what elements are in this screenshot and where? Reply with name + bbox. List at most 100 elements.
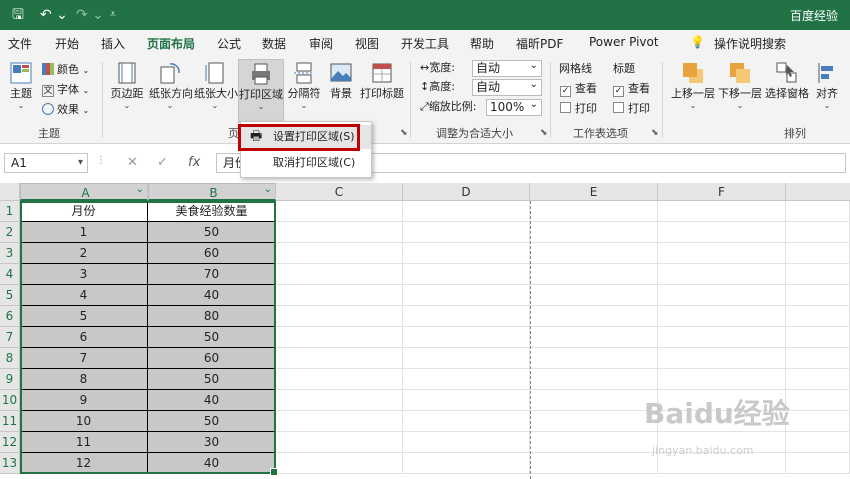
- themes-button[interactable]: 主题 ⌄: [5, 61, 37, 111]
- height-select[interactable]: 自动: [472, 77, 542, 96]
- empty-cell[interactable]: [276, 390, 403, 411]
- table-cell[interactable]: 3: [20, 264, 148, 285]
- empty-cell[interactable]: [530, 411, 658, 432]
- select-all-corner[interactable]: [0, 183, 20, 201]
- table-cell[interactable]: 50: [148, 411, 276, 432]
- tab-review[interactable]: 审阅: [309, 35, 333, 52]
- table-cell[interactable]: 40: [148, 453, 276, 474]
- save-icon[interactable]: 🖫: [12, 5, 24, 25]
- tab-foxit-pdf[interactable]: 福昕PDF: [516, 35, 563, 52]
- dialog-launcher-icon[interactable]: ⬊: [651, 128, 659, 138]
- table-header-cell[interactable]: 美食经验数量: [148, 201, 276, 222]
- tab-view[interactable]: 视图: [355, 35, 379, 52]
- empty-cell[interactable]: [786, 348, 850, 369]
- table-cell[interactable]: 70: [148, 264, 276, 285]
- width-select[interactable]: 自动: [472, 58, 542, 77]
- empty-cell[interactable]: [786, 369, 850, 390]
- tab-developer[interactable]: 开发工具: [401, 35, 449, 52]
- empty-cell[interactable]: [658, 327, 786, 348]
- tab-file[interactable]: 文件: [8, 35, 32, 52]
- row-header[interactable]: 11: [0, 411, 20, 432]
- table-cell[interactable]: 5: [20, 306, 148, 327]
- empty-cell[interactable]: [403, 369, 530, 390]
- empty-cell[interactable]: [276, 327, 403, 348]
- tab-home[interactable]: 开始: [55, 35, 79, 52]
- table-cell[interactable]: 40: [148, 285, 276, 306]
- table-cell[interactable]: 50: [148, 327, 276, 348]
- empty-cell[interactable]: [786, 264, 850, 285]
- table-cell[interactable]: 60: [148, 348, 276, 369]
- empty-cell[interactable]: [786, 243, 850, 264]
- print-area-button[interactable]: 打印区域 ⌄: [238, 59, 284, 123]
- scale-input[interactable]: 100%: [486, 97, 542, 116]
- row-header[interactable]: 9: [0, 369, 20, 390]
- table-cell[interactable]: 50: [148, 369, 276, 390]
- table-cell[interactable]: 12: [20, 453, 148, 474]
- empty-cell[interactable]: [530, 201, 658, 222]
- row-header[interactable]: 4: [0, 264, 20, 285]
- table-cell[interactable]: 4: [20, 285, 148, 306]
- empty-cell[interactable]: [403, 222, 530, 243]
- empty-cell[interactable]: [276, 411, 403, 432]
- empty-cell[interactable]: [403, 327, 530, 348]
- insert-function-icon[interactable]: fx: [188, 155, 200, 170]
- send-backward-button[interactable]: 下移一层 ⌄: [717, 61, 763, 111]
- empty-cell[interactable]: [276, 285, 403, 306]
- empty-cell[interactable]: [658, 264, 786, 285]
- column-header-e[interactable]: E: [530, 183, 658, 201]
- background-button[interactable]: 背景: [326, 61, 356, 101]
- table-cell[interactable]: 1: [20, 222, 148, 243]
- headings-view-checkbox[interactable]: ✓ 查看: [613, 81, 650, 97]
- empty-cell[interactable]: [276, 348, 403, 369]
- gridlines-print-checkbox[interactable]: 打印: [560, 101, 597, 117]
- empty-cell[interactable]: [276, 306, 403, 327]
- column-header-b[interactable]: B: [148, 181, 276, 201]
- undo-icon[interactable]: ↶ ⌄: [40, 5, 68, 25]
- empty-cell[interactable]: [403, 432, 530, 453]
- empty-cell[interactable]: [786, 411, 850, 432]
- name-box[interactable]: A1: [4, 153, 88, 173]
- empty-cell[interactable]: [276, 369, 403, 390]
- empty-cell[interactable]: [530, 222, 658, 243]
- empty-cell[interactable]: [403, 411, 530, 432]
- empty-cell[interactable]: [786, 432, 850, 453]
- effects-button[interactable]: 效果 ⌄: [42, 102, 89, 119]
- table-cell[interactable]: 6: [20, 327, 148, 348]
- column-header-c[interactable]: C: [276, 183, 403, 201]
- row-header[interactable]: 5: [0, 285, 20, 306]
- empty-cell[interactable]: [276, 264, 403, 285]
- row-header[interactable]: 10: [0, 390, 20, 411]
- cancel-icon[interactable]: ✕: [127, 155, 138, 170]
- empty-cell[interactable]: [530, 432, 658, 453]
- drag-handle-icon[interactable]: ⋮: [96, 155, 106, 166]
- tab-page-layout[interactable]: 页面布局: [147, 35, 196, 58]
- table-cell[interactable]: 80: [148, 306, 276, 327]
- column-header-d[interactable]: D: [403, 183, 530, 201]
- headings-print-checkbox[interactable]: 打印: [613, 101, 650, 117]
- worksheet-grid[interactable]: A B C D E F 1月份美食经验数量2150326043705440658…: [0, 181, 850, 479]
- row-header[interactable]: 12: [0, 432, 20, 453]
- customize-qat-icon[interactable]: ⩡: [110, 5, 116, 25]
- margins-button[interactable]: 页边距 ⌄: [108, 61, 146, 111]
- orientation-button[interactable]: 纸张方向 ⌄: [149, 61, 193, 111]
- selection-pane-button[interactable]: 选择窗格: [764, 61, 810, 101]
- gridlines-view-checkbox[interactable]: ✓ 查看: [560, 81, 597, 97]
- empty-cell[interactable]: [658, 369, 786, 390]
- empty-cell[interactable]: [403, 348, 530, 369]
- redo-icon[interactable]: ↷ ⌄: [76, 5, 104, 25]
- table-header-cell[interactable]: 月份: [20, 201, 148, 222]
- empty-cell[interactable]: [403, 453, 530, 474]
- empty-cell[interactable]: [403, 285, 530, 306]
- empty-cell[interactable]: [530, 243, 658, 264]
- table-cell[interactable]: 60: [148, 243, 276, 264]
- empty-cell[interactable]: [276, 222, 403, 243]
- table-cell[interactable]: 30: [148, 432, 276, 453]
- empty-cell[interactable]: [530, 348, 658, 369]
- row-header[interactable]: 8: [0, 348, 20, 369]
- table-cell[interactable]: 8: [20, 369, 148, 390]
- empty-cell[interactable]: [403, 390, 530, 411]
- empty-cell[interactable]: [786, 327, 850, 348]
- bring-forward-button[interactable]: 上移一层 ⌄: [670, 61, 716, 111]
- empty-cell[interactable]: [658, 222, 786, 243]
- empty-cell[interactable]: [403, 243, 530, 264]
